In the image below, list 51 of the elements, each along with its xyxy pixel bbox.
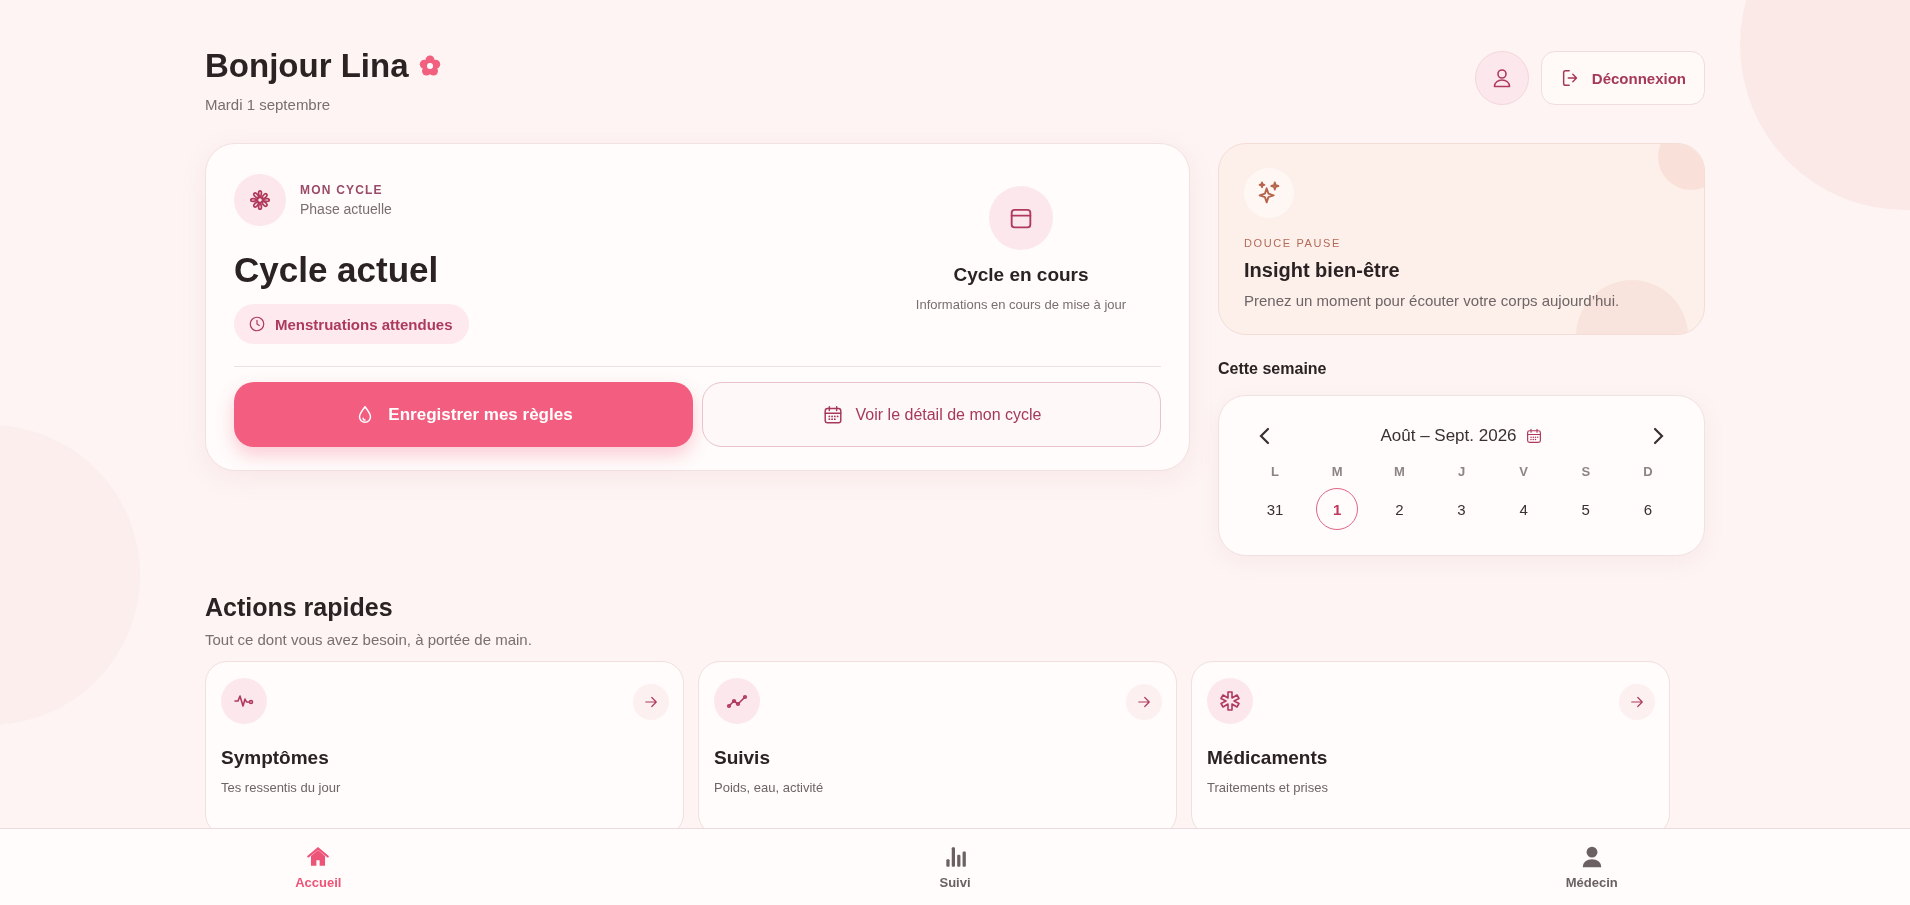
day-cell[interactable]: 6 bbox=[1626, 488, 1669, 530]
open-arrow-button[interactable] bbox=[1619, 684, 1655, 720]
status-title: Cycle en cours bbox=[953, 264, 1089, 286]
weekday-label: S bbox=[1581, 463, 1591, 481]
flower-icon bbox=[418, 54, 443, 78]
calendar-icon bbox=[821, 403, 844, 426]
action-card[interactable]: Médicaments Traitements et prises bbox=[1191, 661, 1670, 828]
weekday-label: J bbox=[1457, 463, 1466, 481]
open-arrow-button[interactable] bbox=[1126, 684, 1162, 720]
day-cell[interactable]: 4 bbox=[1502, 488, 1545, 530]
status-text: Informations en cours de mise à jour bbox=[915, 296, 1127, 314]
weekday-label: M bbox=[1393, 463, 1405, 481]
action-text: Traitements et prises bbox=[1207, 780, 1329, 795]
profile-button[interactable] bbox=[1474, 51, 1529, 105]
cycle-detail-button[interactable]: Voir le détail de mon cycle bbox=[702, 382, 1161, 447]
day-cell[interactable]: 2 bbox=[1378, 488, 1421, 530]
action-text: Tes ressentis du jour bbox=[221, 780, 342, 795]
day-cell[interactable]: 31 bbox=[1254, 488, 1297, 530]
action-card[interactable]: Suivis Poids, eau, activité bbox=[698, 661, 1177, 828]
logout-button[interactable]: Déconnexion bbox=[1540, 51, 1705, 105]
nav-tab[interactable]: Suivi bbox=[636, 829, 1274, 905]
section-heading: Cette semaine bbox=[1218, 359, 1328, 379]
menstruation-badge: Menstruations attendues bbox=[234, 304, 469, 344]
weekday-label: L bbox=[1271, 463, 1280, 481]
insight-title: Insight bien-être bbox=[1244, 259, 1401, 282]
action-text: Poids, eau, activité bbox=[714, 780, 825, 795]
date-text: Mardi 1 septembre bbox=[205, 96, 332, 113]
day-cell[interactable]: 3 bbox=[1440, 488, 1483, 530]
action-title: Symptômes bbox=[221, 747, 330, 769]
open-arrow-button[interactable] bbox=[633, 684, 669, 720]
action-title: Suivis bbox=[714, 747, 771, 769]
greeting-title: Bonjour Lina bbox=[205, 46, 409, 86]
clock-icon bbox=[248, 315, 266, 333]
insight-eyebrow: DOUCE PAUSE bbox=[1244, 237, 1342, 249]
action-title: Médicaments bbox=[1207, 747, 1329, 769]
medical-asterisk-icon bbox=[1218, 689, 1242, 713]
action-card[interactable]: Symptômes Tes ressentis du jour bbox=[205, 661, 684, 828]
card-eyebrow: MON CYCLE bbox=[300, 183, 384, 197]
weekday-label: M bbox=[1331, 463, 1343, 481]
week-range: Août – Sept. 2026 bbox=[1380, 426, 1517, 446]
card-subtitle: Phase actuelle bbox=[300, 201, 392, 217]
nav-tab[interactable]: Médecin bbox=[1273, 829, 1910, 905]
flower-badge-icon bbox=[234, 174, 286, 226]
weekday-label: V bbox=[1519, 463, 1528, 481]
cycle-title: Cycle actuel bbox=[234, 250, 440, 290]
section-title: Actions rapides bbox=[205, 592, 394, 622]
day-cell[interactable]: 5 bbox=[1564, 488, 1607, 530]
insight-text: Prenez un moment pour écouter votre corps aujourd’hui. bbox=[1244, 292, 1621, 309]
calendar-icon bbox=[1524, 427, 1543, 445]
weekday-label: D bbox=[1643, 463, 1653, 481]
section-subtitle: Tout ce dont vous avez besoin, à portée de main. bbox=[205, 631, 533, 648]
